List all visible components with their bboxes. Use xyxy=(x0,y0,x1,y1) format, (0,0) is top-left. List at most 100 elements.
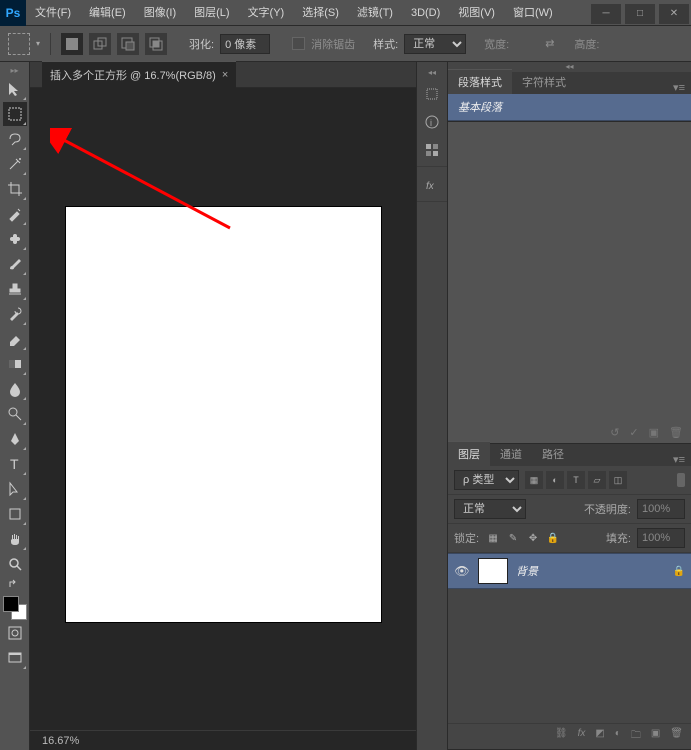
filter-toggle[interactable] xyxy=(677,473,685,487)
dodge-tool[interactable] xyxy=(3,402,27,426)
menu-view[interactable]: 视图(V) xyxy=(449,0,504,26)
selection-new-icon[interactable] xyxy=(61,33,83,55)
filter-pixel-icon[interactable]: ▦ xyxy=(525,471,543,489)
layer-row[interactable]: 👁 背景 🔒 xyxy=(448,553,691,589)
hand-tool[interactable] xyxy=(3,527,27,551)
path-select-tool[interactable] xyxy=(3,477,27,501)
zoom-tool[interactable] xyxy=(3,552,27,576)
panel-menu-icon[interactable]: ▾≡ xyxy=(667,81,691,94)
menu-edit[interactable]: 编辑(E) xyxy=(80,0,135,26)
selection-intersect-icon[interactable] xyxy=(145,33,167,55)
shape-tool[interactable] xyxy=(3,502,27,526)
history-brush-tool[interactable] xyxy=(3,302,27,326)
dock-grip[interactable]: ◂◂ xyxy=(428,68,436,78)
tab-character-styles[interactable]: 字符样式 xyxy=(512,70,576,94)
swap-colors-icon[interactable] xyxy=(3,577,27,591)
canvas[interactable] xyxy=(66,207,381,622)
foreground-color[interactable] xyxy=(3,596,19,612)
layer-name[interactable]: 背景 xyxy=(516,563,665,579)
layer-mask-icon[interactable]: ◩ xyxy=(595,728,604,745)
selection-add-icon[interactable] xyxy=(89,33,111,55)
layer-lock-icon[interactable]: 🔒 xyxy=(673,566,685,577)
feather-input[interactable] xyxy=(220,34,270,54)
tool-preset-icon[interactable] xyxy=(8,33,30,55)
tools-panel: ▸▸ T xyxy=(0,62,30,750)
fill-input[interactable] xyxy=(637,528,685,548)
clear-override-icon[interactable]: ↺ xyxy=(610,426,619,439)
type-tool[interactable]: T xyxy=(3,452,27,476)
swap-wh-icon: ⇄ xyxy=(545,37,554,50)
trash-icon[interactable]: 🗑 xyxy=(669,426,683,439)
layers-panel-menu-icon[interactable]: ▾≡ xyxy=(667,453,691,466)
menu-type[interactable]: 文字(Y) xyxy=(239,0,294,26)
layer-filter-select[interactable]: ρ 类型 xyxy=(454,470,519,490)
magic-wand-tool[interactable] xyxy=(3,152,27,176)
group-icon[interactable]: 🗀 xyxy=(631,728,641,745)
healing-tool[interactable] xyxy=(3,227,27,251)
check-icon[interactable]: ✓ xyxy=(629,426,638,439)
style-label: 样式: xyxy=(373,36,398,52)
canvas-viewport[interactable] xyxy=(30,88,416,730)
lock-transparent-icon[interactable]: ▦ xyxy=(485,530,501,546)
minimize-button[interactable]: ─ xyxy=(591,4,621,24)
layer-thumbnail[interactable] xyxy=(478,558,508,584)
screenmode-tool[interactable] xyxy=(3,646,27,670)
dock-swatches-icon[interactable] xyxy=(420,138,444,162)
tab-paragraph-styles[interactable]: 段落样式 xyxy=(448,69,512,94)
filter-type-icon[interactable]: T xyxy=(567,471,585,489)
menu-window[interactable]: 窗口(W) xyxy=(504,0,562,26)
paragraph-style-item[interactable]: 基本段落 xyxy=(448,94,691,121)
brush-tool[interactable] xyxy=(3,252,27,276)
filter-shape-icon[interactable]: ▱ xyxy=(588,471,606,489)
document-tab[interactable]: 插入多个正方形 @ 16.7%(RGB/8) × xyxy=(42,61,236,88)
dock-info-icon[interactable]: i xyxy=(420,110,444,134)
color-swatches[interactable] xyxy=(3,596,27,620)
filter-adjust-icon[interactable]: ◐ xyxy=(546,471,564,489)
menu-layer[interactable]: 图层(L) xyxy=(185,0,238,26)
move-tool[interactable] xyxy=(3,77,27,101)
tab-paths[interactable]: 路径 xyxy=(532,442,574,466)
lasso-tool[interactable] xyxy=(3,127,27,151)
document-tab-close[interactable]: × xyxy=(222,69,228,81)
zoom-level[interactable]: 16.67% xyxy=(42,735,79,747)
maximize-button[interactable]: □ xyxy=(625,4,655,24)
close-button[interactable]: ✕ xyxy=(659,4,689,24)
layer-fx-icon[interactable]: fx xyxy=(578,728,586,745)
tab-layers[interactable]: 图层 xyxy=(448,441,490,466)
pen-tool[interactable] xyxy=(3,427,27,451)
menu-select[interactable]: 选择(S) xyxy=(293,0,348,26)
lock-all-icon[interactable]: 🔒 xyxy=(545,530,561,546)
opacity-input[interactable] xyxy=(637,499,685,519)
menu-image[interactable]: 图像(I) xyxy=(135,0,185,26)
link-layers-icon[interactable]: ⛓ xyxy=(555,728,568,745)
menu-3d[interactable]: 3D(D) xyxy=(402,0,449,26)
lock-position-icon[interactable]: ✥ xyxy=(525,530,541,546)
lock-pixels-icon[interactable]: ✎ xyxy=(505,530,521,546)
toolbar-grip[interactable]: ▸▸ xyxy=(10,66,18,76)
new-layer-icon[interactable]: ▣ xyxy=(651,728,660,745)
delete-layer-icon[interactable]: 🗑 xyxy=(670,728,683,745)
marquee-tool[interactable] xyxy=(3,102,27,126)
tool-preset-dropdown[interactable]: ▾ xyxy=(36,39,40,48)
eyedropper-tool[interactable] xyxy=(3,202,27,226)
new-style-icon[interactable]: ▣ xyxy=(649,426,659,439)
eraser-tool[interactable] xyxy=(3,327,27,351)
adjustment-layer-icon[interactable]: ◐ xyxy=(615,728,621,745)
gradient-tool[interactable] xyxy=(3,352,27,376)
blend-mode-select[interactable]: 正常 xyxy=(454,499,526,519)
blur-tool[interactable] xyxy=(3,377,27,401)
menu-filter[interactable]: 滤镜(T) xyxy=(348,0,402,26)
selection-subtract-icon[interactable] xyxy=(117,33,139,55)
stamp-tool[interactable] xyxy=(3,277,27,301)
layer-list: 👁 背景 🔒 xyxy=(448,553,691,723)
crop-tool[interactable] xyxy=(3,177,27,201)
dock-styles-icon[interactable]: fx xyxy=(420,173,444,197)
filter-smart-icon[interactable]: ◫ xyxy=(609,471,627,489)
menu-file[interactable]: 文件(F) xyxy=(26,0,80,26)
visibility-icon[interactable]: 👁 xyxy=(454,564,470,578)
fill-label: 填充: xyxy=(606,530,631,546)
quickmask-tool[interactable] xyxy=(3,621,27,645)
style-select[interactable]: 正常 xyxy=(404,34,466,54)
tab-channels[interactable]: 通道 xyxy=(490,442,532,466)
dock-color-icon[interactable] xyxy=(420,82,444,106)
